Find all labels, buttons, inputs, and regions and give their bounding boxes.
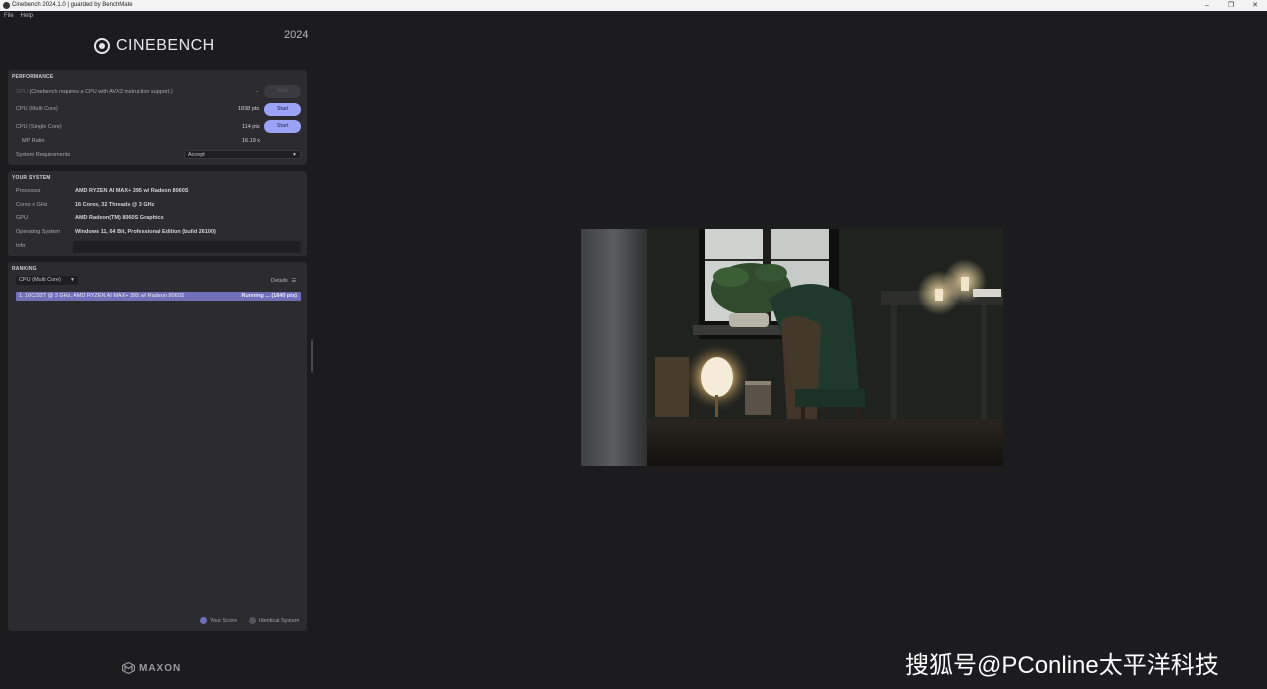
cpu-single-start-button[interactable]: Start	[264, 120, 301, 133]
title-bar: Cinebench 2024.1.0 | guarded by BenchMat…	[0, 0, 1267, 11]
gpu-label: GPU	[16, 89, 28, 95]
mp-ratio-value: 16.19 x	[242, 138, 261, 144]
menu-file[interactable]: File	[4, 13, 14, 19]
mp-ratio-label: MP Ratio	[22, 138, 45, 144]
panel-splitter-handle[interactable]	[311, 340, 313, 372]
details-label: Details	[271, 278, 288, 284]
system-requirements-select[interactable]: Accept ▼	[184, 150, 301, 159]
details-button[interactable]: Details ☰	[271, 278, 296, 284]
ranking-type-select[interactable]: CPU (Multi Core) ▼	[16, 276, 78, 285]
legend-your-score: Your Score	[200, 617, 237, 624]
close-icon[interactable]: ✕	[1243, 0, 1267, 11]
os-label: Operating System	[16, 229, 61, 235]
cores-value: 16 Cores, 32 Threads @ 3 GHz	[75, 202, 155, 208]
system-requirements-label: System Requirements	[16, 152, 71, 158]
brand-name: CINEBENCH	[116, 37, 215, 54]
system-requirements-value: Accept	[188, 152, 205, 158]
window-title: Cinebench 2024.1.0 | guarded by BenchMat…	[12, 2, 133, 8]
minimize-icon[interactable]: –	[1195, 0, 1219, 11]
render-scene	[581, 229, 1003, 466]
processor-value: AMD RYZEN AI MAX+ 395 w/ Radeon 8060S	[75, 188, 189, 194]
chevron-down-icon: ▼	[70, 277, 75, 283]
brand-year: 2024	[284, 29, 309, 41]
processor-label: Processor	[16, 188, 41, 194]
watermark-text: 搜狐号@PConline太平洋科技	[905, 652, 1219, 679]
ranking-entry-status: Running ... (1840 pts)	[241, 293, 297, 299]
gpu-start-button[interactable]: Start	[264, 85, 301, 98]
info-label: Info	[16, 243, 26, 249]
your-system-title: YOUR SYSTEM	[12, 175, 51, 181]
gpu-info-label: GPU	[16, 215, 28, 221]
cores-label: Cores x GHz	[16, 202, 48, 208]
gpu-row: GPU (Cinebench requires a CPU with AVX2 …	[16, 89, 173, 95]
filter-icon: ☰	[291, 278, 297, 284]
performance-panel: PERFORMANCE GPU (Cinebench requires a CP…	[8, 70, 307, 165]
maxon-wordmark: MAXON	[139, 662, 182, 674]
ranking-entry-text: 1. 16C/32T @ 3 GHz, AMD RYZEN AI MAX+ 39…	[19, 293, 185, 299]
chevron-down-icon: ▼	[292, 152, 297, 158]
cpu-multi-label: CPU (Multi Core)	[16, 106, 58, 112]
maxon-logo-icon	[122, 662, 135, 674]
ranking-entry[interactable]: 1. 16C/32T @ 3 GHz, AMD RYZEN AI MAX+ 39…	[16, 292, 301, 301]
menu-bar: File Help	[0, 11, 36, 21]
ranking-title: RANKING	[12, 266, 37, 272]
cpu-multi-start-button[interactable]: Start	[264, 103, 301, 116]
gpu-info-value: AMD Radeon(TM) 8060S Graphics	[75, 215, 164, 221]
performance-title: PERFORMANCE	[12, 74, 54, 80]
maxon-logo: MAXON	[122, 662, 181, 674]
menu-help[interactable]: Help	[21, 13, 33, 19]
your-score-label: Your Score	[210, 617, 238, 624]
cpu-multi-score: 1838 pts	[238, 106, 260, 112]
legend-identical-system: Identical System	[249, 617, 299, 624]
cpu-single-label: CPU (Single Core)	[16, 124, 62, 130]
identical-system-label: Identical System	[259, 617, 300, 624]
restore-icon[interactable]: ❐	[1219, 0, 1243, 11]
cpu-single-score: 114 pts	[242, 124, 260, 130]
ranking-panel: RANKING CPU (Multi Core) ▼ Details ☰ 1. …	[8, 262, 307, 631]
info-field[interactable]	[73, 241, 301, 253]
your-system-panel: YOUR SYSTEM Processor AMD RYZEN AI MAX+ …	[8, 171, 307, 256]
render-viewport-image	[581, 229, 1003, 466]
gpu-score: -	[256, 89, 258, 95]
ranking-type-value: CPU (Multi Core)	[19, 277, 61, 283]
identical-system-swatch	[249, 617, 256, 624]
cinebench-logo-icon	[94, 38, 110, 54]
os-value: Windows 11, 64 Bit, Professional Edition…	[75, 229, 216, 235]
window-controls: – ❐ ✕	[1195, 0, 1267, 11]
your-score-swatch	[200, 617, 207, 624]
gpu-note: (Cinebench requires a CPU with AVX2 inst…	[29, 89, 173, 95]
app-icon	[3, 2, 10, 9]
cinebench-logo: CINEBENCH	[94, 37, 215, 55]
